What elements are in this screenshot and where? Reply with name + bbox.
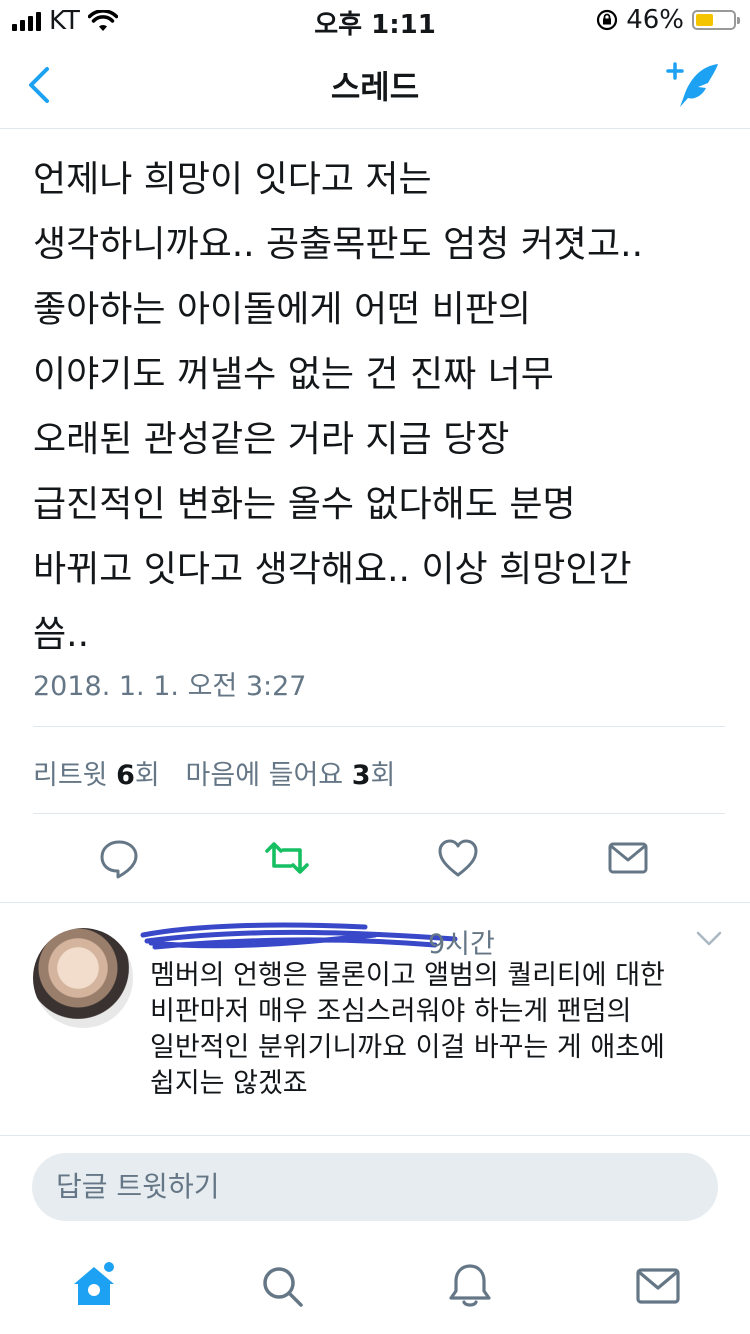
- orientation-lock-icon: [597, 9, 618, 31]
- retweets-label: 리트윗: [33, 760, 108, 791]
- status-right: 46%: [596, 5, 740, 35]
- reply-time: 9시간: [428, 929, 495, 960]
- reply-input[interactable]: [32, 1153, 718, 1221]
- retweets-unit: 회: [134, 760, 160, 791]
- reply-divider: [0, 1135, 750, 1136]
- stats-bottom-divider: [33, 813, 725, 814]
- notifications-icon[interactable]: [446, 1262, 494, 1310]
- actions-divider: [0, 902, 750, 903]
- tweet-text: 언제나 희망이 잇다고 저는 생각하니까요.. 공출목판도 엄청 커졋고.. 좋…: [33, 159, 644, 655]
- search-icon[interactable]: [258, 1262, 306, 1310]
- nav-divider: [0, 128, 750, 129]
- likes-label: 마음에 들어요: [185, 760, 344, 791]
- likes-stat[interactable]: 마음에 들어요 3회: [186, 760, 396, 791]
- chevron-down-icon[interactable]: [696, 930, 722, 948]
- retweets-stat[interactable]: 리트윗 6회: [33, 760, 160, 791]
- avatar[interactable]: [33, 928, 133, 1028]
- likes-unit: 회: [370, 760, 396, 791]
- direct-message-icon[interactable]: [606, 836, 650, 880]
- tweet-stats: 리트윗 6회 마음에 들어요 3회: [33, 753, 395, 792]
- retweets-count: 6: [116, 760, 135, 791]
- tweet-timestamp[interactable]: 2018. 1. 1. 오전 3:27: [33, 664, 306, 703]
- home-icon[interactable]: [70, 1262, 118, 1310]
- battery-fill: [696, 14, 713, 26]
- reply-icon[interactable]: [97, 836, 141, 880]
- reply-text: 멤버의 언행은 물론이고 앨범의 퀄리티에 대한 비판마저 매우 조심스러워야 …: [150, 960, 665, 1099]
- status-bar: KT 오후 1:11 46%: [0, 0, 750, 40]
- stats-top-divider: [33, 726, 725, 727]
- retweet-icon[interactable]: [265, 836, 309, 880]
- page-title: 스레드: [330, 68, 420, 106]
- battery-percent: 46%: [626, 5, 684, 35]
- likes-count: 3: [351, 760, 371, 791]
- battery-icon: [692, 10, 740, 30]
- compose-tweet-icon[interactable]: [666, 60, 722, 110]
- messages-icon[interactable]: [634, 1262, 682, 1310]
- like-icon[interactable]: [436, 836, 480, 880]
- redacted-username-scribble: [140, 922, 458, 950]
